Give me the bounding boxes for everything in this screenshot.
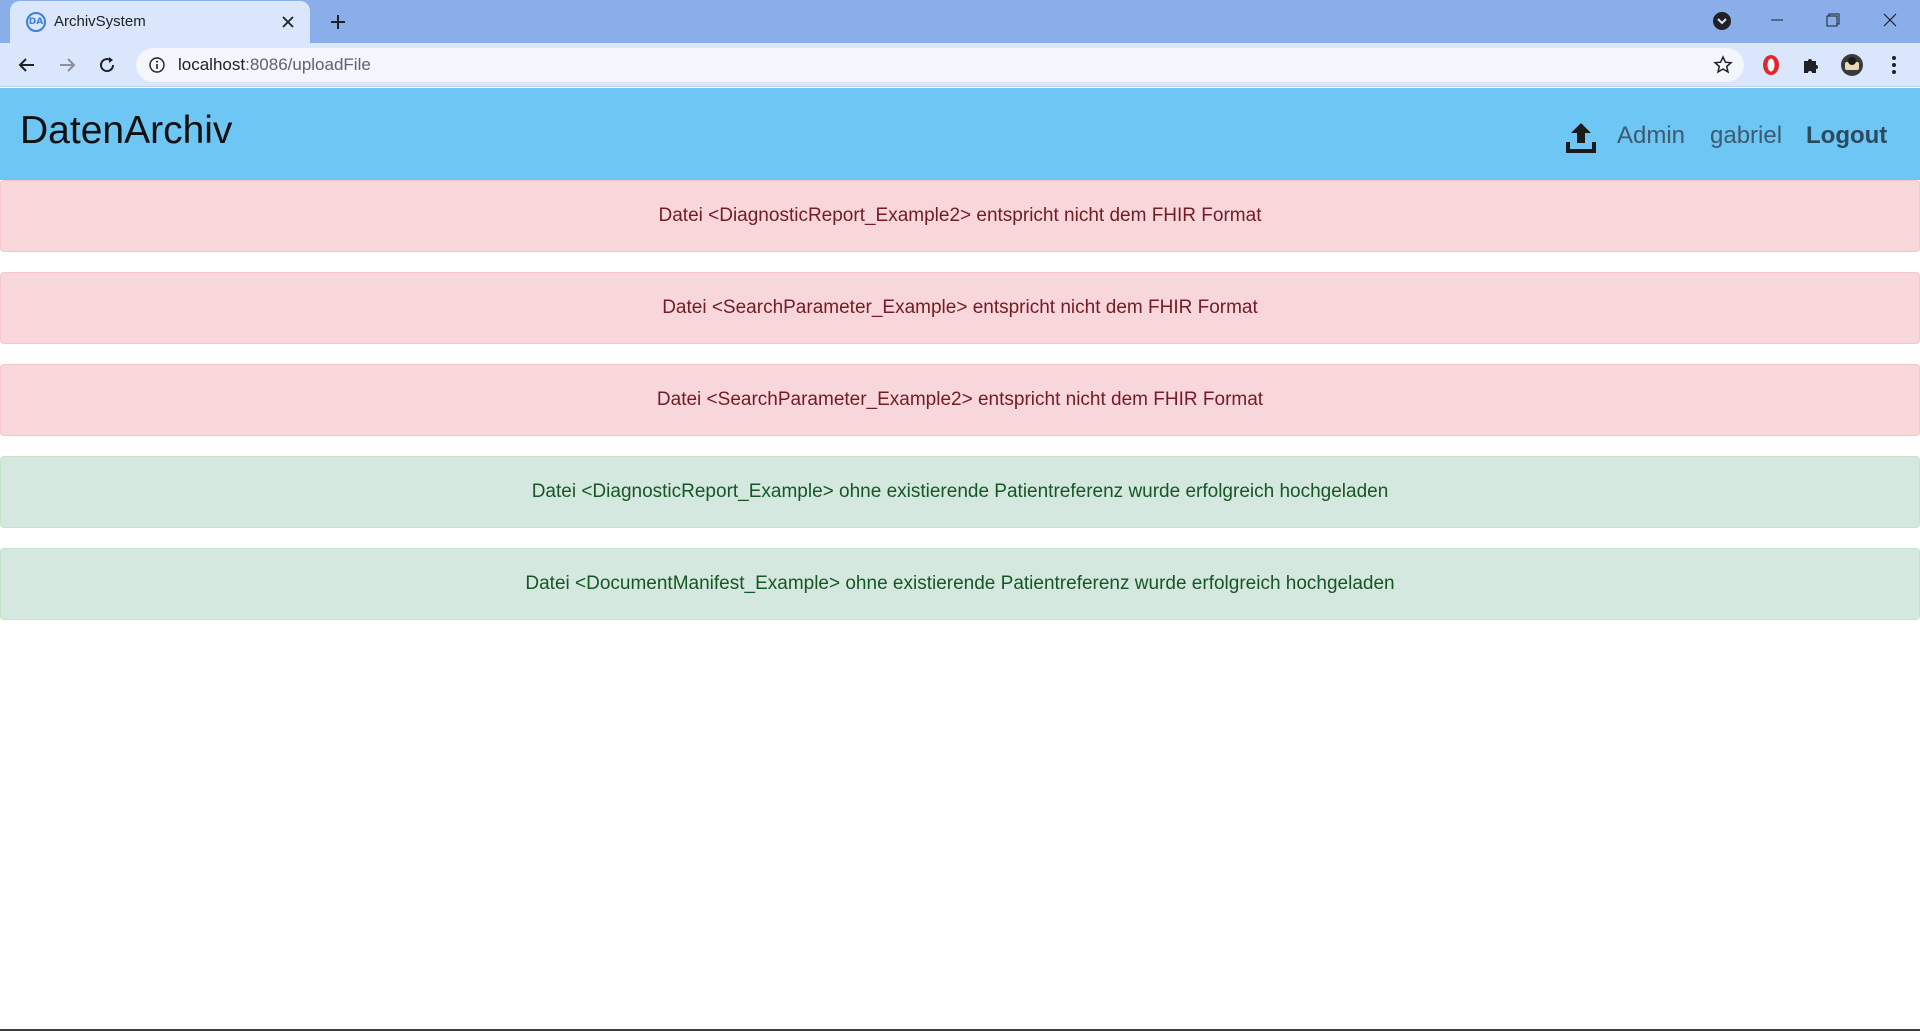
favicon-icon: DA — [26, 12, 46, 32]
browser-tab[interactable]: DA ArchivSystem — [10, 1, 310, 43]
error-alert: Datei <DiagnosticReport_Example2> entspr… — [0, 180, 1920, 252]
forward-icon[interactable] — [52, 50, 82, 80]
brand-link[interactable]: DatenArchiv — [20, 109, 232, 153]
app-navbar: DatenArchiv Admin gabriel Logout — [0, 88, 1920, 180]
error-alert: Datei <SearchParameter_Example> entspric… — [0, 272, 1920, 344]
upload-icon[interactable] — [1565, 120, 1597, 154]
profile-avatar-icon[interactable] — [1838, 51, 1866, 79]
tab-search-icon[interactable] — [1711, 10, 1733, 32]
logout-link[interactable]: Logout — [1806, 122, 1887, 150]
error-alert: Datei <SearchParameter_Example2> entspri… — [0, 364, 1920, 436]
success-alert: Datei <DocumentManifest_Example> ohne ex… — [0, 548, 1920, 620]
site-info-icon[interactable] — [148, 56, 166, 74]
user-link[interactable]: gabriel — [1710, 122, 1782, 150]
url-text[interactable]: localhost:8086/uploadFile — [178, 55, 1578, 75]
admin-link[interactable]: Admin — [1617, 122, 1685, 150]
bookmark-star-icon[interactable] — [1712, 54, 1734, 76]
back-icon[interactable] — [12, 50, 42, 80]
restore-icon[interactable] — [1805, 0, 1861, 40]
close-window-icon[interactable] — [1862, 0, 1918, 40]
alerts-container: Datei <DiagnosticReport_Example2> entspr… — [0, 180, 1920, 640]
browser-toolbar: localhost:8086/uploadFile — [0, 43, 1920, 87]
browser-tab-bar: DA ArchivSystem — [0, 0, 1920, 43]
browser-menu-icon[interactable] — [1880, 51, 1908, 79]
reload-icon[interactable] — [92, 50, 122, 80]
close-tab-icon[interactable] — [276, 10, 300, 34]
address-bar[interactable]: localhost:8086/uploadFile — [136, 48, 1744, 82]
adblock-extension-icon[interactable] — [1757, 51, 1785, 79]
extensions-puzzle-icon[interactable] — [1797, 51, 1825, 79]
tab-title: ArchivSystem — [54, 13, 146, 30]
new-tab-icon[interactable] — [324, 8, 352, 36]
minimize-icon[interactable] — [1749, 0, 1805, 40]
success-alert: Datei <DiagnosticReport_Example> ohne ex… — [0, 456, 1920, 528]
